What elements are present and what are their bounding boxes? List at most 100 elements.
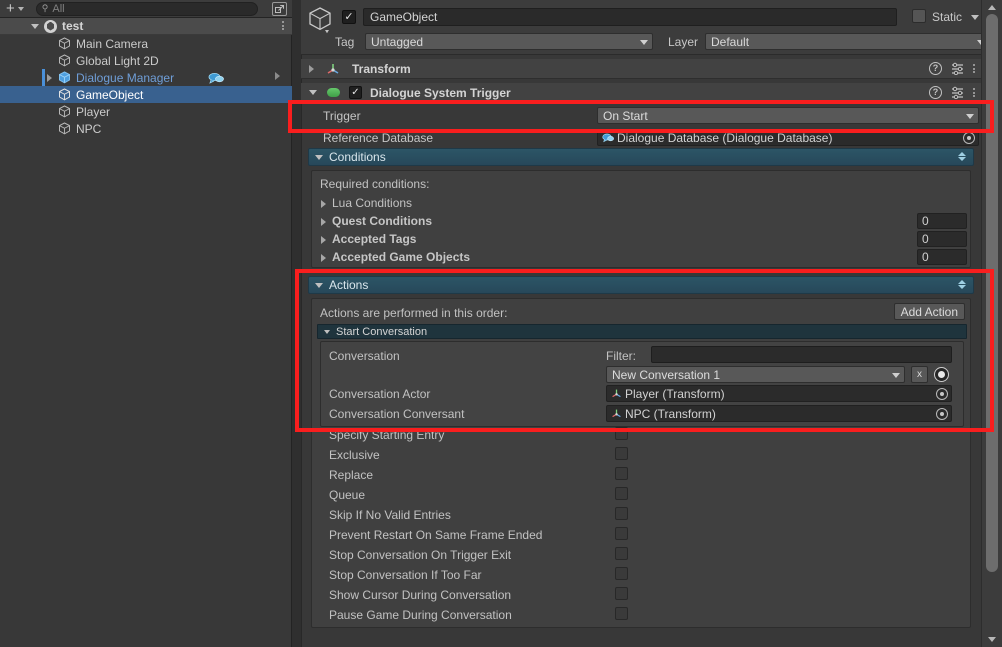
hierarchy-item-global-light-2d[interactable]: Global Light 2D [0,52,292,69]
component-header-dialogue-system-trigger[interactable]: ✓ Dialogue System Trigger ? [301,83,981,103]
hierarchy-item-gameobject[interactable]: GameObject [0,86,292,103]
conditions-resize-icon[interactable] [958,152,966,161]
inspector-scrollbar[interactable] [981,0,1002,647]
actions-foldout-icon[interactable] [315,282,323,288]
layer-dropdown[interactable]: Default [705,33,990,50]
toggle-exclusive[interactable] [615,447,628,460]
actions-section-header[interactable]: Actions [308,276,974,294]
scene-root-row[interactable]: test [0,18,292,35]
help-icon[interactable]: ? [929,86,942,99]
toggle-pause-game-during-conversation[interactable] [615,607,628,620]
scene-name-label: test [62,19,84,33]
layer-value: Default [711,34,750,49]
accepted-gameobjects-foldout-icon[interactable] [321,254,326,262]
scroll-up-arrow-icon[interactable] [988,5,996,10]
search-icon: ⚲ [41,3,49,13]
hierarchy-panel: + ⚲ All test Main Camera Global Light 2D… [0,0,292,647]
reference-database-object-field[interactable]: Dialogue Database (Dialogue Database) [597,129,979,146]
component-context-menu-icon[interactable] [973,64,975,73]
toggle-label-specify-starting-entry: Specify Starting Entry [329,428,445,442]
hierarchy-item-player[interactable]: Player [0,103,292,120]
transform-foldout-icon[interactable] [309,64,314,73]
hierarchy-item-npc[interactable]: NPC [0,120,292,137]
dst-foldout-icon[interactable] [309,90,317,95]
prefab-open-arrow-icon[interactable] [275,72,280,80]
hierarchy-item-label: NPC [76,121,102,136]
open-in-new-icon[interactable] [272,2,287,16]
preset-icon[interactable] [951,86,964,100]
static-dropdown-icon[interactable] [971,15,979,20]
object-picker-icon[interactable] [963,132,975,144]
accepted-tags-foldout-icon[interactable] [321,236,326,244]
gameobject-cube-icon [307,6,335,39]
accepted-tags-count[interactable]: 0 [917,231,967,247]
toggle-queue[interactable] [615,487,628,500]
scene-context-menu-icon[interactable] [282,21,284,30]
start-conversation-foldout-icon[interactable] [324,329,330,334]
conditions-section-header[interactable]: Conditions [308,148,974,166]
gameobject-name-input[interactable]: GameObject [363,8,897,26]
reference-database-value: Dialogue Database (Dialogue Database) [617,130,833,145]
toggle-label-queue: Queue [329,488,366,502]
object-picker-icon[interactable] [936,408,948,420]
create-button[interactable]: + [4,1,26,16]
trigger-value: On Start [603,108,648,123]
component-header-actions: ? [929,86,975,100]
add-action-button[interactable]: Add Action [893,303,965,320]
reference-database-label: Reference Database [323,131,434,145]
scene-foldout-icon[interactable] [31,23,39,29]
toggle-label-show-cursor: Show Cursor During Conversation [329,588,512,602]
filter-label: Filter: [606,349,636,363]
prefab-cube-icon [58,71,71,84]
hierarchy-item-main-camera[interactable]: Main Camera [0,35,292,52]
dst-enabled-checkbox[interactable]: ✓ [349,86,362,99]
actions-resize-icon[interactable] [958,280,966,289]
toggle-show-cursor-during-conversation[interactable] [615,587,628,600]
item-foldout-icon[interactable] [47,73,52,82]
toggle-prevent-restart-on-same-frame-ended[interactable] [615,527,628,540]
static-checkbox[interactable] [912,9,926,23]
component-header-actions: ? [929,62,975,76]
gameobject-header: ✓ GameObject Static Tag Untagged Layer D… [301,0,990,55]
start-conversation-header[interactable]: Start Conversation [317,324,967,339]
object-picker-icon[interactable] [936,388,948,400]
scroll-down-arrow-icon[interactable] [988,637,996,642]
conversation-actor-object-field[interactable]: Player (Transform) [606,385,952,402]
gameobject-cube-icon [58,122,71,135]
accepted-gameobjects-count[interactable]: 0 [917,249,967,265]
conversation-label: Conversation [329,349,400,363]
conditions-foldout-icon[interactable] [315,154,323,160]
component-context-menu-icon[interactable] [973,88,975,97]
conversation-dropdown[interactable]: New Conversation 1 [606,366,905,383]
component-header-transform[interactable]: Transform ? [301,59,981,79]
gameobject-active-checkbox[interactable]: ✓ [342,10,356,24]
conversation-clear-button[interactable]: x [911,366,928,383]
unity-scene-icon [44,19,57,33]
help-icon[interactable]: ? [929,62,942,75]
toggle-label-stop-on-trigger-exit: Stop Conversation On Trigger Exit [329,548,512,562]
toggle-skip-if-no-valid-entries[interactable] [615,507,628,520]
trigger-dropdown[interactable]: On Start [597,107,979,124]
trigger-label: Trigger [323,109,361,123]
preset-icon[interactable] [951,62,964,76]
tag-dropdown[interactable]: Untagged [365,33,653,50]
toggle-specify-starting-entry[interactable] [615,427,628,440]
lua-conditions-foldout-icon[interactable] [321,200,326,208]
quest-conditions-foldout-icon[interactable] [321,218,326,226]
conversation-value: New Conversation 1 [612,367,721,382]
quest-conditions-label: Quest Conditions [332,214,432,228]
conversation-conversant-object-field[interactable]: NPC (Transform) [606,405,952,422]
component-title: Dialogue System Trigger [370,85,511,100]
toggle-stop-conversation-if-too-far[interactable] [615,567,628,580]
reference-database-row: Reference Database Dialogue Database (Di… [301,128,981,148]
toggle-replace[interactable] [615,467,628,480]
scrollbar-thumb[interactable] [986,14,998,572]
conversation-picker-button[interactable] [934,367,949,382]
prefab-marker [42,69,45,86]
hierarchy-search-input[interactable]: ⚲ All [35,1,258,16]
conversation-filter-input[interactable] [651,346,952,363]
toggle-stop-conversation-on-trigger-exit[interactable] [615,547,628,560]
hierarchy-item-dialogue-manager[interactable]: Dialogue Manager [0,69,292,86]
quest-conditions-count[interactable]: 0 [917,213,967,229]
tag-label: Tag [335,35,355,49]
